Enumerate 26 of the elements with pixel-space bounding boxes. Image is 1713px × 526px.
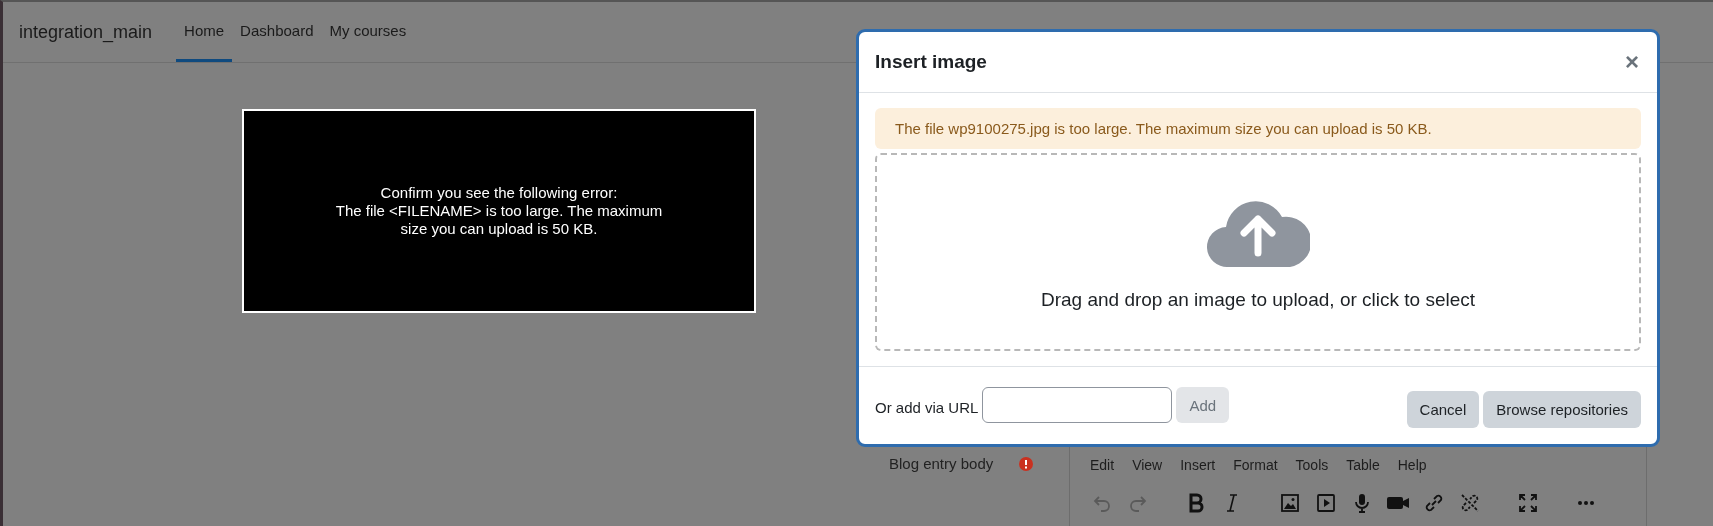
error-alert: The file wp9100275.jpg is too large. The maximum size you can upload is 50 KB. (875, 108, 1641, 149)
notice-text: Confirm you see the following error: (380, 184, 618, 202)
editor-menu-item[interactable]: Edit (1090, 457, 1115, 473)
editor-menu-item[interactable]: Tools (1295, 457, 1329, 473)
editor-menu-item[interactable]: Table (1346, 457, 1380, 473)
close-button[interactable]: × (1623, 48, 1641, 76)
editor-menu-item[interactable]: View (1132, 457, 1163, 473)
dialog-title: Insert image (875, 51, 987, 73)
browse-button[interactable]: Browse repositories (1483, 391, 1641, 428)
site-name[interactable]: integration_main (19, 21, 153, 43)
nav-tab[interactable]: Dashboard (232, 2, 322, 62)
nav-tab[interactable]: My courses (321, 2, 415, 62)
cancel-button[interactable]: Cancel (1406, 391, 1480, 428)
media-icon[interactable] (1314, 491, 1338, 515)
editor-menu-item[interactable]: Format (1233, 457, 1278, 473)
image-icon[interactable] (1278, 491, 1302, 515)
field-label: Blog entry body (889, 455, 994, 472)
drop-zone[interactable]: Drag and drop an image to upload, or click to select (875, 153, 1641, 351)
url-input-field[interactable] (982, 387, 1173, 423)
url-label: Or add via URL (875, 399, 979, 416)
drop-zone-text: Drag and drop an image to upload, or click to select (1040, 289, 1476, 311)
editor-menu-item[interactable]: Insert (1180, 457, 1216, 473)
nav-tab[interactable]: Home (176, 2, 233, 62)
editor-menu-item[interactable]: Help (1397, 457, 1427, 473)
fullscreen-icon[interactable] (1516, 491, 1540, 515)
notice-text: The file <FILENAME> is too large. The maximum size you can upload is 50 KB. (334, 202, 664, 238)
